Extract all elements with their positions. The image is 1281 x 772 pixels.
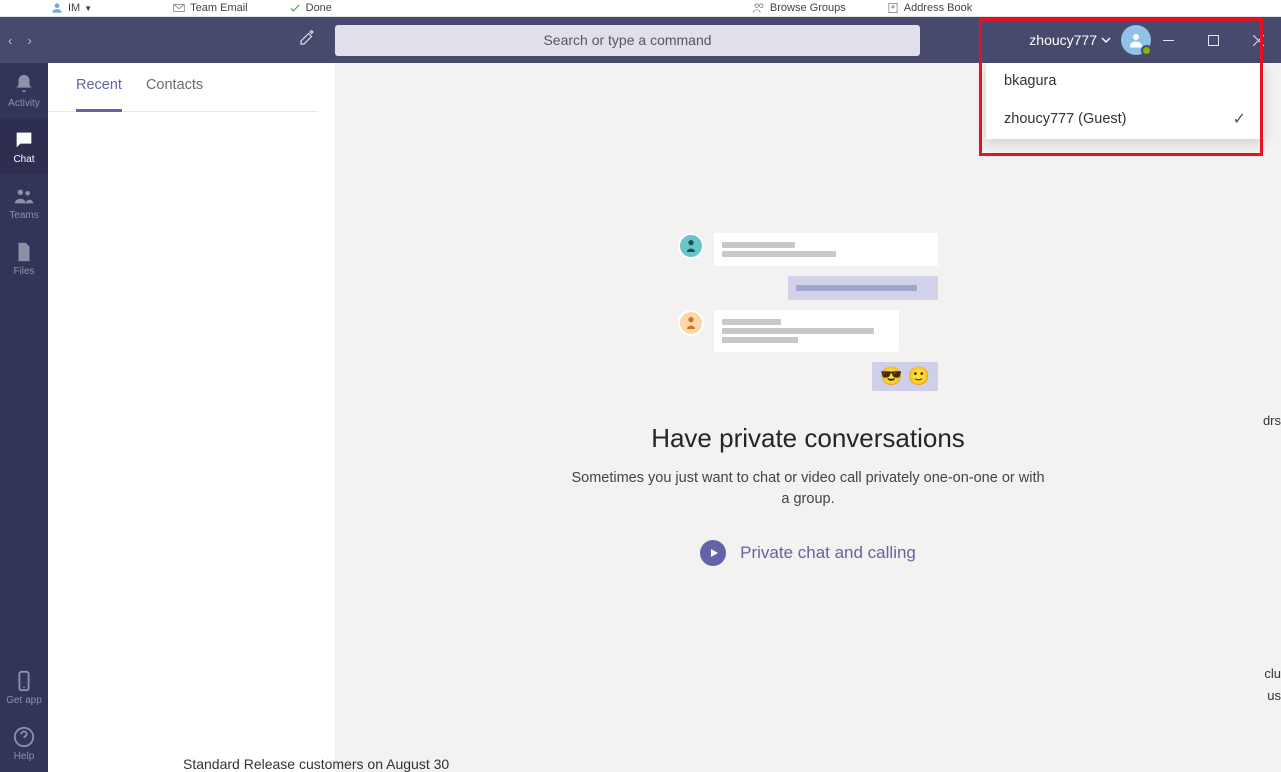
outlook-ribbon: IM ▼ Team Email Done Browse Groups Addre… bbox=[0, 0, 1281, 17]
background-text-fragment: us bbox=[1267, 688, 1281, 703]
rail-files[interactable]: Files bbox=[0, 231, 48, 287]
rail-label: Activity bbox=[8, 98, 40, 109]
ribbon-label: IM bbox=[68, 2, 80, 14]
chat-icon bbox=[13, 129, 35, 151]
rail-label: Chat bbox=[13, 154, 34, 165]
people-icon bbox=[752, 1, 766, 15]
account-switcher[interactable]: zhoucy777 bbox=[1029, 32, 1111, 48]
check-icon: ✓ bbox=[1233, 109, 1246, 129]
dropdown-marker: ▼ bbox=[84, 4, 92, 13]
tab-contacts[interactable]: Contacts bbox=[146, 77, 203, 101]
ribbon-item-im[interactable]: IM ▼ bbox=[50, 1, 92, 15]
title-bar: ‹ › Search or type a command zhoucy777 bbox=[0, 17, 1281, 63]
chevron-down-icon bbox=[1101, 35, 1111, 45]
ribbon-item-team-email[interactable]: Team Email bbox=[172, 1, 247, 15]
ribbon-label: Done bbox=[306, 2, 332, 14]
compose-button[interactable] bbox=[298, 29, 316, 52]
play-icon bbox=[700, 540, 726, 566]
nav-arrows: ‹ › bbox=[0, 33, 32, 48]
help-icon bbox=[13, 726, 35, 748]
chat-bubble-illustration bbox=[788, 276, 938, 300]
private-chat-link[interactable]: Private chat and calling bbox=[700, 540, 916, 566]
maximize-button[interactable] bbox=[1191, 17, 1236, 63]
close-button[interactable] bbox=[1236, 17, 1281, 63]
chat-bubble-illustration bbox=[714, 233, 938, 266]
rail-activity[interactable]: Activity bbox=[0, 63, 48, 119]
rail-label: Files bbox=[13, 266, 34, 277]
file-icon bbox=[13, 241, 35, 263]
account-option-zhoucy777-guest[interactable]: zhoucy777 (Guest) ✓ bbox=[986, 99, 1264, 139]
chat-bubble-illustration bbox=[714, 310, 899, 352]
rail-get-app[interactable]: Get app bbox=[0, 660, 48, 716]
rail-label: Teams bbox=[9, 210, 38, 221]
rail-help[interactable]: Help bbox=[0, 716, 48, 772]
forward-arrow[interactable]: › bbox=[27, 33, 31, 48]
rail-chat[interactable]: Chat bbox=[0, 119, 48, 175]
check-icon bbox=[288, 1, 302, 15]
ribbon-label: Browse Groups bbox=[770, 2, 846, 14]
account-option-bkagura[interactable]: bkagura bbox=[986, 63, 1264, 99]
back-arrow[interactable]: ‹ bbox=[8, 33, 12, 48]
search-placeholder: Search or type a command bbox=[543, 32, 711, 48]
option-label: bkagura bbox=[1004, 73, 1056, 89]
envelope-icon bbox=[172, 1, 186, 15]
window-controls bbox=[1146, 17, 1281, 63]
link-label: Private chat and calling bbox=[740, 543, 916, 563]
background-text-fragment: clu bbox=[1264, 666, 1281, 681]
ribbon-label: Address Book bbox=[904, 2, 972, 14]
main-area: 😎 🙂 Have private conversations Sometimes… bbox=[335, 63, 1281, 772]
background-text-fragment: Standard Release customers on August 30 bbox=[183, 756, 449, 772]
address-book-icon bbox=[886, 1, 900, 15]
avatar-illustration-2 bbox=[678, 310, 704, 336]
search-input[interactable]: Search or type a command bbox=[335, 25, 920, 56]
option-label: zhoucy777 (Guest) bbox=[1004, 111, 1127, 127]
avatar-illustration-1 bbox=[678, 233, 704, 259]
person-icon bbox=[50, 1, 64, 15]
empty-state-headline: Have private conversations bbox=[651, 423, 965, 454]
ribbon-item-browse-groups[interactable]: Browse Groups bbox=[752, 1, 846, 15]
account-name-label: zhoucy777 bbox=[1029, 32, 1097, 48]
compose-icon bbox=[298, 29, 316, 47]
background-text-fragment: drs bbox=[1263, 413, 1281, 428]
rail-label: Help bbox=[14, 751, 35, 762]
ribbon-item-done[interactable]: Done bbox=[288, 1, 332, 15]
empty-state-illustration: 😎 🙂 bbox=[678, 233, 938, 401]
tabs: Recent Contacts bbox=[48, 63, 318, 112]
bell-icon bbox=[13, 73, 35, 95]
people-icon bbox=[13, 185, 35, 207]
mobile-icon bbox=[13, 670, 35, 692]
rail-label: Get app bbox=[6, 695, 42, 706]
app-rail: Activity Chat Teams Files Get app Help bbox=[0, 63, 48, 772]
account-area: zhoucy777 bbox=[1029, 25, 1151, 55]
minimize-button[interactable] bbox=[1146, 17, 1191, 63]
rail-teams[interactable]: Teams bbox=[0, 175, 48, 231]
tab-recent[interactable]: Recent bbox=[76, 77, 122, 112]
empty-state-subtext: Sometimes you just want to chat or video… bbox=[568, 468, 1048, 510]
secondary-panel: Recent Contacts bbox=[48, 63, 335, 112]
ribbon-item-address-book[interactable]: Address Book bbox=[886, 1, 972, 15]
account-dropdown: bkagura zhoucy777 (Guest) ✓ bbox=[986, 63, 1264, 139]
emoji-bubble-illustration: 😎 🙂 bbox=[872, 362, 938, 391]
ribbon-label: Team Email bbox=[190, 2, 247, 14]
